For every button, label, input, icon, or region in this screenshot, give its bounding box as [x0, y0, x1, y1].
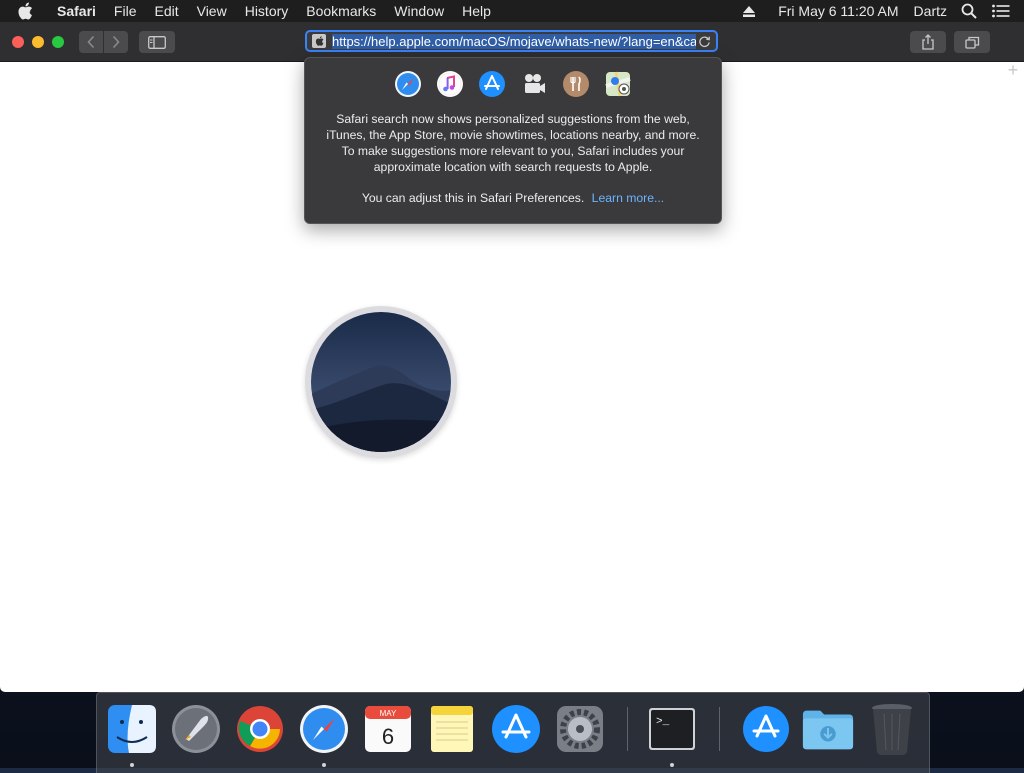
- notification-center-icon[interactable]: [992, 4, 1010, 18]
- dock-system-preferences[interactable]: [553, 702, 607, 756]
- safari-toolbar: https://help.apple.com/macOS/mojave/what…: [0, 22, 1024, 62]
- forward-button[interactable]: [104, 31, 128, 53]
- dock-trash[interactable]: [865, 702, 919, 756]
- address-bar[interactable]: https://help.apple.com/macOS/mojave/what…: [305, 30, 718, 52]
- back-button[interactable]: [79, 31, 103, 53]
- dock-calendar[interactable]: MAY 6: [361, 702, 415, 756]
- menu-edit[interactable]: Edit: [145, 0, 187, 22]
- launchpad-icon: [172, 705, 220, 753]
- close-window-button[interactable]: [12, 36, 24, 48]
- menubar-user[interactable]: Dartz: [914, 3, 947, 19]
- popover-adjust-line: You can adjust this in Safari Preference…: [305, 191, 721, 205]
- dock-separator: [719, 707, 720, 751]
- popover-adjust-text: You can adjust this in Safari Preference…: [361, 191, 585, 205]
- search-suggestions-popover: Safari search now shows personalized sug…: [304, 57, 722, 224]
- calendar-month: MAY: [380, 709, 397, 718]
- trash-icon: [872, 704, 912, 755]
- finder-icon: [108, 705, 156, 753]
- dock-app-store-download[interactable]: [739, 702, 793, 756]
- dock-google-chrome[interactable]: [233, 702, 287, 756]
- dock-finder[interactable]: [105, 702, 159, 756]
- menu-bookmarks[interactable]: Bookmarks: [297, 0, 385, 22]
- show-all-tabs-button[interactable]: [954, 31, 990, 53]
- dock-separator: [627, 707, 628, 751]
- apple-favicon-icon: [312, 34, 326, 48]
- suggestion-sources-icons: [305, 70, 721, 98]
- url-selection: https://help.apple.com/macOS/mojave/what…: [332, 33, 696, 49]
- safari-icon: [394, 70, 422, 98]
- dock-notes[interactable]: [425, 702, 479, 756]
- sidebar-icon: [148, 35, 166, 49]
- url-text[interactable]: https://help.apple.com/macOS/mojave/what…: [332, 33, 696, 49]
- tabs-overview-icon: [964, 36, 979, 49]
- sidebar-toggle-button[interactable]: [139, 31, 175, 53]
- dock-downloads-folder[interactable]: [801, 702, 855, 756]
- dock: MAY 6 >_: [96, 692, 930, 773]
- notes-icon: [431, 706, 473, 752]
- eject-icon[interactable]: [742, 4, 756, 18]
- safari-icon: [300, 705, 348, 753]
- minimize-window-button[interactable]: [32, 36, 44, 48]
- menu-bar: Safari File Edit View History Bookmarks …: [0, 0, 1024, 22]
- chrome-icon: [237, 706, 283, 752]
- new-tab-button[interactable]: +: [1002, 60, 1024, 80]
- terminal-prompt: >_: [656, 716, 670, 728]
- chevron-left-icon: [87, 35, 95, 49]
- running-indicator: [322, 763, 326, 767]
- downloads-folder-icon: [802, 710, 854, 750]
- dock-terminal[interactable]: >_: [645, 702, 699, 756]
- reload-icon[interactable]: [696, 33, 712, 49]
- spotlight-search-icon[interactable]: [961, 3, 977, 19]
- running-indicator: [670, 763, 674, 767]
- terminal-icon: >_: [649, 708, 695, 750]
- safari-window: https://help.apple.com/macOS/mojave/what…: [0, 22, 1024, 692]
- popover-description: Safari search now shows personalized sug…: [326, 112, 700, 174]
- fullscreen-window-button[interactable]: [52, 36, 64, 48]
- dock-app-store[interactable]: [489, 702, 543, 756]
- gear-icon: [557, 706, 603, 752]
- restaurants-icon: [562, 70, 590, 98]
- menu-file[interactable]: File: [105, 0, 146, 22]
- dock-launchpad[interactable]: [169, 702, 223, 756]
- macos-mojave-logo: [305, 306, 457, 458]
- menu-view[interactable]: View: [188, 0, 236, 22]
- menu-window[interactable]: Window: [385, 0, 453, 22]
- menu-history[interactable]: History: [236, 0, 298, 22]
- calendar-icon: MAY 6: [365, 706, 411, 752]
- app-store-icon: [743, 706, 789, 752]
- learn-more-link[interactable]: Learn more...: [592, 191, 664, 205]
- apple-menu-icon[interactable]: [17, 2, 39, 20]
- calendar-day: 6: [382, 724, 394, 749]
- chevron-right-icon: [112, 35, 120, 49]
- itunes-icon: [436, 70, 464, 98]
- app-store-icon: [478, 70, 506, 98]
- running-indicator: [130, 763, 134, 767]
- maps-icon: [604, 70, 632, 98]
- share-button[interactable]: [910, 31, 946, 53]
- menu-help[interactable]: Help: [453, 0, 500, 22]
- app-store-icon: [492, 705, 540, 753]
- movies-icon: [520, 70, 548, 98]
- menubar-clock[interactable]: Fri May 6 11:20 AM: [778, 3, 898, 19]
- share-icon: [922, 34, 934, 50]
- menu-app-safari[interactable]: Safari: [53, 0, 105, 22]
- dock-safari[interactable]: [297, 702, 351, 756]
